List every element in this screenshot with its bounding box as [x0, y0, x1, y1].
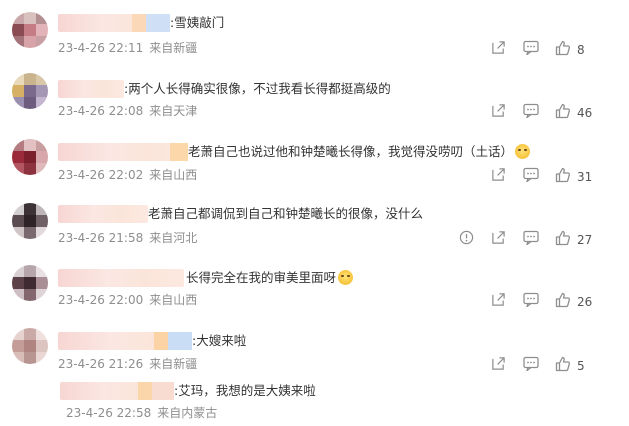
like-count: 26	[577, 295, 593, 309]
avatar[interactable]	[12, 203, 48, 239]
like-button[interactable]: 46	[555, 103, 615, 121]
comment-icon[interactable]	[523, 167, 539, 185]
avatar[interactable]	[12, 73, 48, 109]
share-icon[interactable]	[491, 356, 506, 374]
username-redacted[interactable]	[58, 14, 170, 32]
comment-text: 长得完全在我的审美里面呀	[186, 269, 354, 287]
avatar[interactable]	[12, 139, 48, 175]
comment-meta: 23-4-26 22:02 来自山西	[58, 168, 198, 182]
comment-meta: 23-4-26 21:58 来自河北	[58, 231, 198, 245]
username-redacted[interactable]	[58, 332, 192, 350]
comment-meta: 23-4-26 22:00 来自山西	[58, 293, 198, 307]
comment-actions: 31	[489, 167, 629, 185]
like-count: 5	[577, 359, 585, 373]
share-icon[interactable]	[491, 230, 506, 248]
like-count: 46	[577, 106, 593, 120]
share-icon[interactable]	[491, 167, 506, 185]
comment-icon[interactable]	[523, 292, 539, 310]
username-redacted[interactable]	[58, 205, 148, 223]
comment-text: :雪姨敲门	[170, 15, 225, 30]
comment-actions: 46	[489, 103, 629, 121]
avatar[interactable]	[12, 328, 48, 364]
comment-meta: 23-4-26 22:11 来自新疆	[58, 41, 198, 55]
username-redacted[interactable]	[58, 269, 184, 287]
report-icon[interactable]	[459, 230, 474, 248]
comment-actions: 26	[489, 292, 629, 310]
share-icon[interactable]	[491, 40, 506, 58]
username-redacted[interactable]	[60, 382, 174, 400]
like-button[interactable]: 26	[555, 292, 615, 310]
comment-meta: 23-4-26 22:08 来自天津	[58, 104, 198, 118]
thumbs-up-icon	[555, 40, 571, 56]
comment-meta: 23-4-26 21:26 来自新疆	[58, 357, 198, 371]
like-count: 8	[577, 43, 585, 57]
comment-text: :大嫂来啦	[192, 333, 247, 348]
comment-actions: 5	[489, 356, 629, 374]
reply-text: :艾玛，我想的是大姨来啦	[174, 383, 316, 398]
thumbs-up-icon	[555, 103, 571, 119]
reply-meta: 23-4-26 22:58 来自内蒙古	[66, 406, 218, 420]
username-redacted[interactable]	[58, 143, 188, 161]
like-count: 31	[577, 170, 593, 184]
avatar[interactable]	[12, 12, 48, 48]
share-icon[interactable]	[491, 103, 506, 121]
like-button[interactable]: 31	[555, 167, 615, 185]
comment-actions: 27	[459, 230, 629, 248]
comment-icon[interactable]	[523, 230, 539, 248]
like-button[interactable]: 8	[555, 40, 615, 58]
emoji-icon	[338, 270, 354, 285]
like-button[interactable]: 5	[555, 356, 615, 374]
thumbs-up-icon	[555, 167, 571, 183]
share-icon[interactable]	[491, 292, 506, 310]
thumbs-up-icon	[555, 292, 571, 308]
comment-icon[interactable]	[523, 356, 539, 374]
emoji-icon	[515, 144, 531, 159]
comment-icon[interactable]	[523, 103, 539, 121]
like-button[interactable]: 27	[555, 230, 615, 248]
comment-text: 老萧自己也说过他和钟楚曦长得像，我觉得没唠叨（土话）	[188, 143, 531, 161]
comment-text: :两个人长得确实很像，不过我看长得都挺高级的	[124, 81, 391, 96]
username-redacted[interactable]	[58, 80, 124, 98]
comment-text: 老萧自己都调侃到自己和钟楚曦长的很像，没什么	[148, 206, 424, 221]
comment-actions: 8	[489, 40, 629, 58]
avatar[interactable]	[12, 265, 48, 301]
thumbs-up-icon	[555, 356, 571, 372]
comment-icon[interactable]	[523, 40, 539, 58]
like-count: 27	[577, 233, 593, 247]
thumbs-up-icon	[555, 230, 571, 246]
